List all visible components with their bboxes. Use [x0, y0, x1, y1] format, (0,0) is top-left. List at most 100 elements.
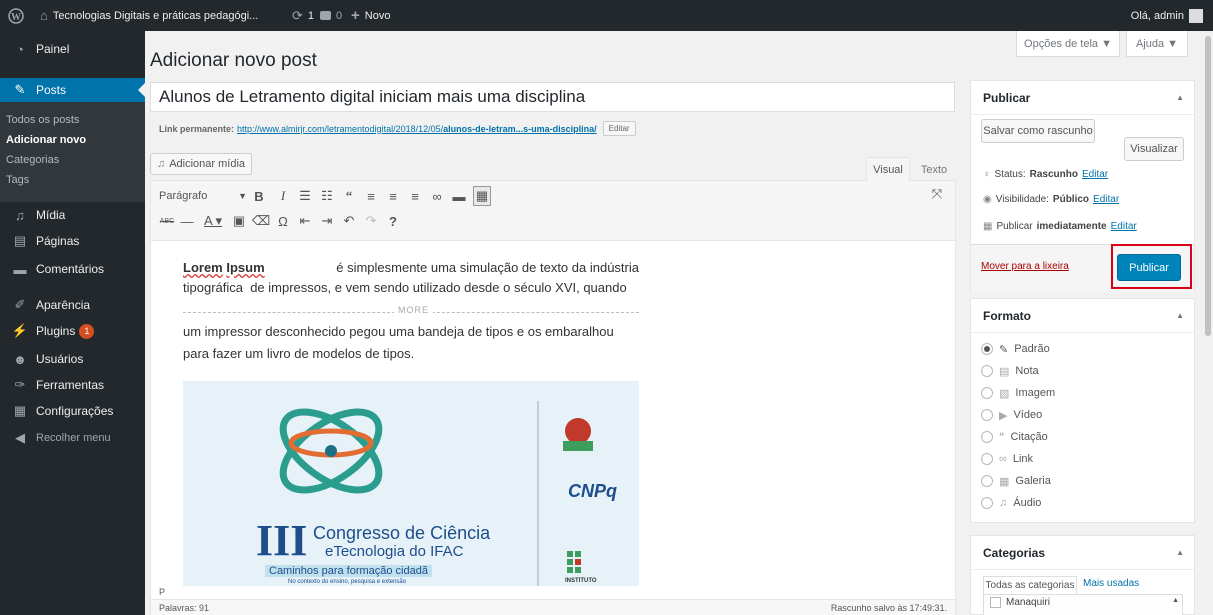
- collapse-menu-button[interactable]: ◀ Recolher menu: [0, 426, 145, 450]
- align-left-icon[interactable]: ≡: [363, 186, 379, 206]
- submenu-add-new[interactable]: Adicionar novo: [0, 130, 86, 150]
- help-button[interactable]: Ajuda ▼: [1126, 31, 1188, 57]
- tab-visual[interactable]: Visual: [866, 157, 910, 181]
- align-right-icon[interactable]: ≡: [407, 186, 423, 206]
- add-media-label: Adicionar mídia: [169, 158, 246, 170]
- menu-item-midia[interactable]: ♫ Mídia: [0, 203, 145, 227]
- menu-item-usuarios[interactable]: ☻ Usuários: [0, 347, 145, 371]
- distraction-free-icon[interactable]: ⤧: [929, 184, 945, 204]
- radio[interactable]: [981, 409, 993, 421]
- link-icon[interactable]: ∞: [429, 186, 445, 206]
- screen-options-button[interactable]: Opções de tela ▼: [1016, 31, 1120, 57]
- permalink-base-link[interactable]: http://www.almirjr.com/letramentodigital…: [237, 124, 443, 134]
- horizontal-line-icon[interactable]: —: [179, 211, 195, 231]
- format-option-galeria[interactable]: ▦ Galeria: [981, 471, 1051, 491]
- format-option-nota[interactable]: ▤ Nota: [981, 361, 1039, 381]
- paste-text-icon[interactable]: ▣: [231, 211, 247, 231]
- undo-icon[interactable]: ↶: [341, 211, 357, 231]
- menu-item-posts[interactable]: ✎ Posts: [0, 78, 145, 102]
- save-draft-button[interactable]: Salvar como rascunho: [981, 119, 1095, 143]
- edit-status-link[interactable]: Editar: [1082, 169, 1108, 180]
- active-arrow: [138, 83, 145, 97]
- post-title-input[interactable]: Alunos de Letramento digital iniciam mai…: [150, 82, 955, 112]
- checkbox[interactable]: [990, 597, 1001, 608]
- toolbar-toggle-icon[interactable]: ▦: [473, 186, 491, 206]
- outdent-icon[interactable]: ⇤: [297, 211, 313, 231]
- categories-list: Manaquiri ▲: [983, 594, 1183, 615]
- add-media-button[interactable]: ♫ Adicionar mídia: [150, 153, 252, 175]
- format-option-padrao[interactable]: ✎ Padrão: [981, 339, 1050, 359]
- format-option-link[interactable]: ∞ Link: [981, 449, 1033, 469]
- menu-item-paginas[interactable]: ▤ Páginas: [0, 229, 145, 253]
- edit-visibility-link[interactable]: Editar: [1093, 194, 1119, 205]
- tab-all-categories[interactable]: Todas as categorias: [983, 576, 1077, 594]
- radio-selected[interactable]: [981, 343, 993, 355]
- menu-item-plugins[interactable]: ⚡ Plugins 1: [0, 319, 145, 343]
- image-icon: ▧: [999, 387, 1010, 400]
- publish-box-header[interactable]: Publicar ▲: [971, 81, 1194, 115]
- italic-icon[interactable]: I: [275, 186, 291, 206]
- site-name-link[interactable]: ⌂ Tecnologias Digitais e práticas pedagóg…: [40, 0, 258, 31]
- comments-link[interactable]: 0: [320, 0, 342, 31]
- radio[interactable]: [981, 387, 993, 399]
- format-select[interactable]: Parágrafo ▼: [159, 186, 247, 206]
- permalink-edit-button[interactable]: Editar: [602, 121, 636, 136]
- bullet-list-icon[interactable]: ☰: [297, 186, 313, 206]
- visibility-row: ◉ Visibilidade: Público Editar: [983, 194, 1119, 205]
- format-option-imagem[interactable]: ▧ Imagem: [981, 383, 1055, 403]
- menu-item-aparencia[interactable]: ✐ Aparência: [0, 293, 145, 317]
- align-center-icon[interactable]: ≡: [385, 186, 401, 206]
- strikethrough-icon[interactable]: ABC: [159, 211, 175, 231]
- move-to-trash-link[interactable]: Mover para a lixeira: [981, 261, 1069, 272]
- radio[interactable]: [981, 453, 993, 465]
- plugins-update-badge: 1: [79, 323, 95, 339]
- format-option-label: Áudio: [1013, 497, 1042, 509]
- blockquote-icon[interactable]: “: [341, 186, 357, 206]
- categories-box-header[interactable]: Categorias ▲: [971, 536, 1194, 570]
- submenu-tags[interactable]: Tags: [0, 170, 29, 190]
- bold-icon[interactable]: B: [251, 186, 267, 206]
- indent-icon[interactable]: ⇥: [319, 211, 335, 231]
- preview-button[interactable]: Visualizar: [1124, 137, 1184, 161]
- cnpq-logo-text: CNPq: [568, 481, 617, 501]
- help-icon[interactable]: ?: [385, 211, 401, 231]
- page-scrollbar[interactable]: [1203, 31, 1213, 615]
- tab-text[interactable]: Texto: [914, 159, 954, 181]
- format-box-header[interactable]: Formato ▲: [971, 299, 1194, 333]
- paragraph-1-rest: é simplesmente uma simulação de texto da…: [332, 260, 639, 275]
- clear-formatting-icon[interactable]: ⌫: [252, 211, 270, 231]
- permalink-slug[interactable]: alunos-de-letram...s-uma-disciplina/: [443, 124, 597, 134]
- menu-item-painel[interactable]: ◔ Painel: [0, 37, 145, 61]
- bold-word-lorem: Lorem: [183, 260, 223, 275]
- format-option-citacao[interactable]: “ Citação: [981, 427, 1048, 447]
- redo-icon[interactable]: ↷: [363, 211, 379, 231]
- account-menu[interactable]: Olá, admin: [1131, 0, 1203, 31]
- publish-button[interactable]: Publicar: [1117, 254, 1181, 281]
- radio[interactable]: [981, 365, 993, 377]
- menu-item-ferramentas[interactable]: ✑ Ferramentas: [0, 373, 145, 397]
- radio[interactable]: [981, 475, 993, 487]
- submenu-all-posts[interactable]: Todos os posts: [0, 110, 79, 130]
- format-option-video[interactable]: ▶ Vídeo: [981, 405, 1042, 425]
- new-content-link[interactable]: + Novo: [351, 0, 390, 31]
- radio[interactable]: [981, 497, 993, 509]
- scrollbar-thumb[interactable]: [1205, 36, 1211, 336]
- menu-item-configuracoes[interactable]: ▦ Configurações: [0, 399, 145, 423]
- special-character-icon[interactable]: Ω: [275, 211, 291, 231]
- wordpress-logo-icon[interactable]: W: [8, 0, 24, 31]
- tab-most-used[interactable]: Mais usadas: [1083, 578, 1139, 589]
- read-more-icon[interactable]: ▬: [451, 186, 467, 206]
- collapse-arrow-icon: ▲: [1176, 311, 1184, 320]
- scroll-up-arrow-icon[interactable]: ▲: [1172, 597, 1179, 604]
- congress-banner-image[interactable]: CNPq III Congresso de Ciência eTecnologi…: [183, 381, 639, 586]
- text-color-icon[interactable]: A ▾: [201, 211, 225, 231]
- submenu-categories[interactable]: Categorias: [0, 150, 59, 170]
- numbered-list-icon[interactable]: ☷: [319, 186, 335, 206]
- paragraph-1-line-1: Lorem Ipsum é simplesmente uma simulação…: [183, 258, 639, 278]
- radio[interactable]: [981, 431, 993, 443]
- format-option-audio[interactable]: ♫ Áudio: [981, 493, 1041, 513]
- edit-schedule-link[interactable]: Editar: [1111, 221, 1137, 232]
- updates-link[interactable]: ⟳ 1: [292, 0, 314, 31]
- category-item[interactable]: Manaquiri: [990, 597, 1050, 608]
- menu-item-comentarios[interactable]: ▬ Comentários: [0, 257, 145, 281]
